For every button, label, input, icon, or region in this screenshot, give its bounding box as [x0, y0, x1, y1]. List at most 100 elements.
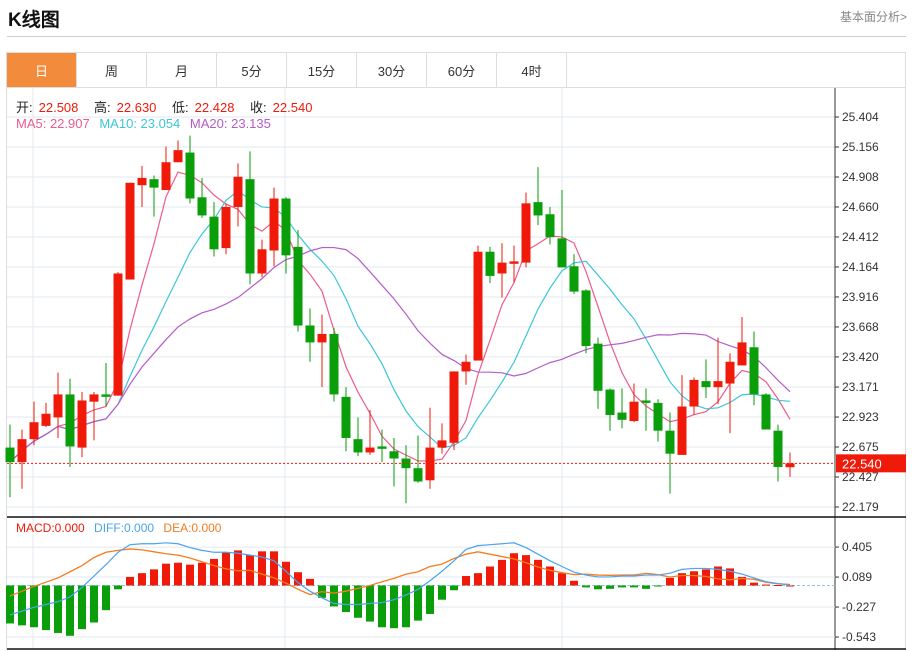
- candle-body: [713, 381, 723, 388]
- macd-bar: [582, 585, 590, 588]
- candle: [581, 289, 591, 354]
- candle-body: [605, 389, 615, 415]
- candle: [773, 424, 783, 482]
- price-axis-label: 22.675: [842, 440, 879, 454]
- close-label: 收:: [250, 100, 267, 115]
- candle: [497, 243, 507, 298]
- candle-body: [401, 458, 411, 469]
- macd-bar: [534, 559, 542, 586]
- price-axis-label: 23.668: [842, 320, 879, 334]
- candle-body: [425, 447, 435, 481]
- candle: [533, 167, 543, 226]
- macd-bar: [474, 573, 482, 586]
- diff-legend-value: DIFF:0.000: [94, 521, 155, 535]
- candle: [233, 163, 243, 227]
- macd-bar: [762, 584, 770, 586]
- candle: [149, 175, 159, 217]
- macd-bar: [198, 562, 206, 586]
- candle-body: [737, 342, 747, 366]
- candle-body: [293, 246, 303, 326]
- candle-body: [677, 406, 687, 455]
- candle: [605, 388, 615, 431]
- candle: [209, 202, 219, 257]
- candle: [113, 272, 123, 396]
- candle: [689, 377, 699, 415]
- candle: [5, 424, 15, 498]
- macd-bar: [78, 585, 86, 630]
- macd-bar: [294, 572, 302, 586]
- candle-body: [437, 440, 447, 448]
- candle: [89, 391, 99, 441]
- macd-bar: [114, 585, 122, 590]
- ma20-legend: MA20: 23.135: [189, 116, 271, 131]
- macd-bar: [210, 558, 218, 586]
- macd-bar: [102, 585, 110, 611]
- candle: [737, 317, 747, 366]
- candle-body: [365, 447, 375, 453]
- macd-bar: [150, 569, 158, 586]
- candle-body: [581, 290, 591, 347]
- macd-bar: [774, 585, 782, 587]
- macd-bar: [594, 585, 602, 590]
- candle-body: [353, 439, 363, 453]
- macd-bar: [186, 564, 194, 586]
- ma-legend: MA5: 22.907 MA10: 23.054 MA20: 23.135: [16, 116, 277, 131]
- macd-legend-value: MACD:0.000: [16, 521, 85, 535]
- open-value: 22.508: [38, 100, 79, 115]
- macd-bar: [390, 585, 398, 629]
- candle: [713, 337, 723, 405]
- candle-body: [89, 394, 99, 402]
- ohlc-legend: 开: 22.508 高: 22.630 低: 22.428 收: 22.540: [16, 97, 324, 116]
- price-axis-label: 23.420: [842, 350, 879, 364]
- price-axis-label: 23.171: [842, 380, 879, 394]
- macd-bar: [666, 577, 674, 586]
- candle-body: [509, 261, 519, 264]
- candle-body: [65, 394, 75, 447]
- macd-bar: [378, 585, 386, 628]
- candle: [341, 387, 351, 452]
- macd-bar: [162, 563, 170, 586]
- candle-body: [389, 451, 399, 459]
- candle: [77, 391, 87, 458]
- price-axis-label: 24.412: [842, 230, 879, 244]
- macd-bar: [174, 562, 182, 586]
- candle-body: [617, 412, 627, 420]
- candle-body: [629, 401, 639, 422]
- ma10-legend: MA10: 23.054: [99, 116, 181, 131]
- price-axis-label: 24.164: [842, 260, 879, 274]
- candle: [17, 429, 27, 489]
- macd-bar: [54, 585, 62, 633]
- candle-body: [137, 177, 147, 186]
- candle: [461, 354, 471, 385]
- candle-body: [569, 266, 579, 292]
- macd-bar: [306, 578, 314, 586]
- candle: [221, 203, 231, 255]
- candle-body: [377, 446, 387, 449]
- candle: [701, 359, 711, 399]
- macd-bar: [6, 585, 14, 624]
- candle-body: [317, 333, 327, 343]
- candle-body: [245, 179, 255, 274]
- candle: [245, 151, 255, 285]
- price-axis-label: 25.156: [842, 140, 879, 154]
- candle-body: [329, 333, 339, 395]
- macd-bar: [690, 571, 698, 586]
- candle-body: [533, 202, 543, 216]
- macd-axis-label: 0.405: [842, 540, 872, 554]
- macd-bar: [570, 580, 578, 586]
- candle-body: [341, 396, 351, 438]
- candle: [557, 190, 567, 268]
- candle: [269, 187, 279, 267]
- candle-body: [761, 394, 771, 430]
- candle-body: [41, 413, 51, 426]
- candle: [449, 371, 459, 451]
- candle: [29, 401, 39, 446]
- macd-bar: [654, 585, 662, 587]
- candle-body: [461, 361, 471, 372]
- candle-body: [29, 422, 39, 440]
- candle: [473, 245, 483, 361]
- candle: [521, 192, 531, 268]
- candle-body: [125, 182, 135, 280]
- candle-body: [269, 198, 279, 251]
- price-axis-label: 23.916: [842, 290, 879, 304]
